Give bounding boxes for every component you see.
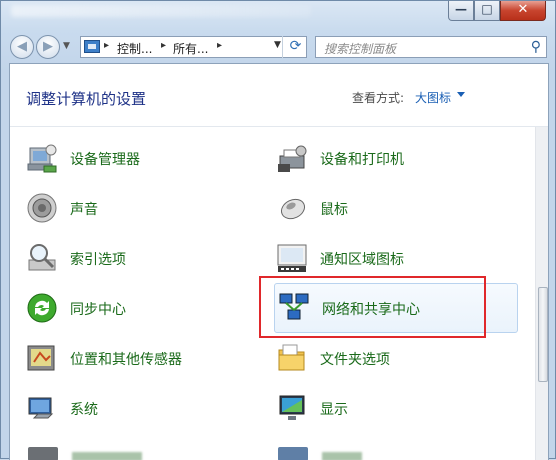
item-folder-options[interactable]: 文件夹选项 [276,340,506,376]
item-sound[interactable]: 声音 [26,190,256,226]
breadcrumb-control-panel[interactable]: 控制... [117,40,152,57]
address-bar[interactable]: ▸ 控制... ▸ 所有... ▸ ▼ [80,36,307,58]
refresh-icon: ⟳ [289,38,302,54]
item-device-manager[interactable]: 设备管理器 [26,140,256,176]
item-label: 位置和其他传感器 [70,352,182,368]
view-by-label: 查看方式: [352,91,405,105]
device-manager-icon [27,144,57,173]
speaker-icon [27,193,57,223]
page-title: 调整计算机的设置 [26,90,147,108]
maximize-button[interactable]: □ [474,1,500,21]
item-system[interactable]: 系统 [26,390,256,426]
maximize-icon: □ [481,2,493,16]
back-arrow-icon: ◀ [17,39,27,54]
window-frame: — □ ✕ ◀ ▶ ▼ ▸ 控制... ▸ 所有... ▸ ▼ ⟳ 搜索控制面板… [0,0,556,460]
display-monitor-icon [279,395,305,420]
close-button[interactable]: ✕ [500,1,546,21]
system-computer-icon [28,397,54,419]
recent-pages-dropdown[interactable]: ▼ [63,41,70,51]
partial-row-icon [28,447,58,460]
item-notification-icons[interactable]: 通知区域图标 [276,240,506,276]
item-indexing-options[interactable]: 索引选项 [26,240,256,276]
index-magnifier-icon [28,244,56,271]
search-input[interactable]: 搜索控制面板 ⚲ [315,36,547,58]
folder-options-icon [278,344,305,371]
minimize-button[interactable]: — [448,1,474,21]
item-label: 文件夹选项 [320,352,390,368]
breadcrumb-separator-icon[interactable]: ▸ [104,40,109,51]
view-by-chevron-down-icon[interactable] [457,92,465,97]
devices-printers-icon [278,145,307,172]
item-label: 通知区域图标 [320,252,404,268]
close-icon: ✕ [517,2,529,17]
search-placeholder: 搜索控制面板 [324,42,397,56]
item-label: 同步中心 [70,302,126,318]
title-bar[interactable]: — □ ✕ [1,1,556,31]
notification-area-icon [277,244,307,272]
vertical-scrollbar[interactable] [535,127,548,460]
item-label: 网络和共享中心 [322,302,420,318]
breadcrumb-all-items[interactable]: 所有... [173,40,208,57]
control-panel-icon [84,40,100,53]
item-label: 设备和打印机 [320,152,404,168]
item-label: 鼠标 [320,202,348,218]
scrollbar-thumb[interactable] [538,287,548,382]
item-sync-center[interactable]: 同步中心 [26,290,256,326]
control-panel-content: 调整计算机的设置 查看方式: 大图标 设备管理器 声音 索引选项 同步中心 位置… [9,63,549,460]
network-sharing-icon [279,293,309,320]
mouse-icon [280,198,306,220]
item-location-sensors[interactable]: 位置和其他传感器 [26,340,256,376]
breadcrumb-separator-icon[interactable]: ▸ [161,40,166,51]
refresh-button[interactable]: ⟳ [282,36,308,58]
minimize-icon: — [455,2,467,16]
item-label: 显示 [320,402,348,418]
navigation-bar: ◀ ▶ ▼ ▸ 控制... ▸ 所有... ▸ ▼ ⟳ 搜索控制面板 ⚲ [1,31,556,63]
item-label: 索引选项 [70,252,126,268]
item-label: 设备管理器 [70,152,140,168]
item-display[interactable]: 显示 [276,390,506,426]
search-icon[interactable]: ⚲ [531,39,541,55]
sync-center-icon [27,293,57,323]
view-by-dropdown[interactable]: 大图标 [415,89,451,106]
item-devices-printers[interactable]: 设备和打印机 [276,140,506,176]
forward-arrow-icon: ▶ [43,39,53,54]
forward-button[interactable]: ▶ [36,35,60,59]
address-dropdown-icon[interactable]: ▼ [274,40,281,50]
item-label: 系统 [70,402,98,418]
header-divider [10,126,548,127]
partial-row-icon [278,447,308,460]
location-sensor-icon [27,345,55,371]
item-label: 声音 [70,202,98,218]
item-mouse[interactable]: 鼠标 [276,190,506,226]
breadcrumb-separator-icon[interactable]: ▸ [217,40,222,51]
blurred-title-text [11,5,311,17]
back-button[interactable]: ◀ [10,35,34,59]
item-network-sharing-center[interactable]: 网络和共享中心 [274,283,518,333]
